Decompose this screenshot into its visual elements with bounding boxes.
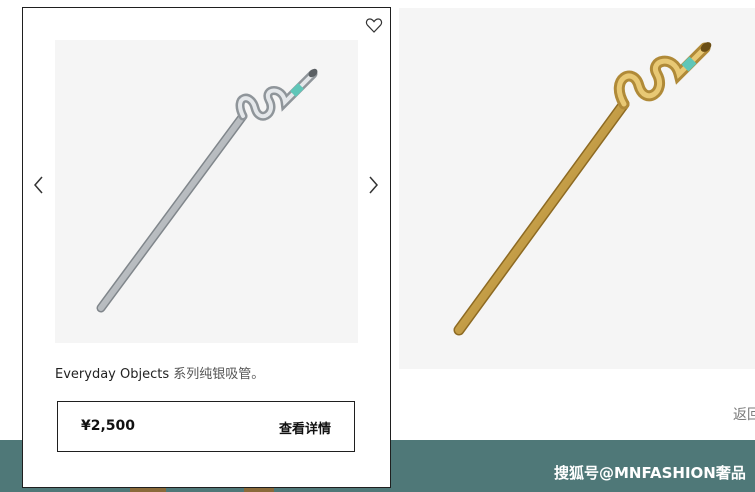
product-name[interactable]: Everyday Objects 系列纯银吸管。 — [55, 363, 264, 382]
silver-straw-image — [55, 40, 358, 343]
watermark-text: 搜狐号@MNFASHION奢品 — [554, 464, 746, 482]
chevron-left-icon[interactable] — [31, 174, 47, 196]
gold-straw-illustration — [453, 42, 712, 336]
product-description: 系列纯银吸管。 — [173, 367, 265, 382]
view-details-button[interactable]: ¥2,500 查看详情 — [57, 401, 355, 452]
back-link[interactable]: 返回 — [733, 404, 755, 424]
heart-outline-icon[interactable] — [364, 15, 384, 35]
product-collection: Everyday Objects — [55, 367, 170, 382]
gold-straw-image — [399, 8, 755, 369]
product-card: Everyday Objects 系列纯银吸管。 ¥2,500 查看详情 — [22, 7, 391, 488]
product-price: ¥2,500 — [81, 418, 136, 434]
silver-straw-illustration — [96, 68, 318, 313]
view-details-label: 查看详情 — [278, 422, 331, 437]
chevron-right-icon[interactable] — [365, 174, 381, 196]
